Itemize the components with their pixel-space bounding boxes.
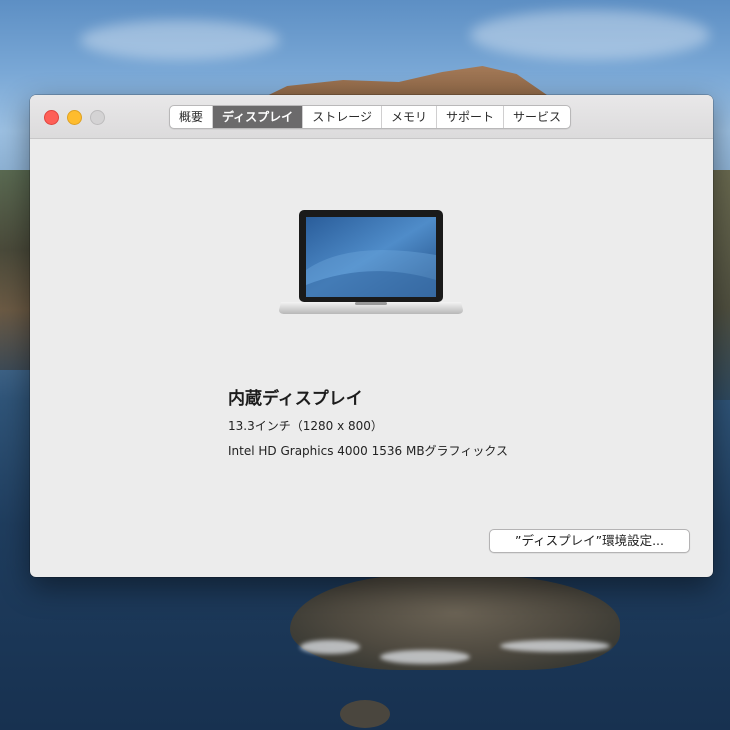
- cloud: [470, 10, 710, 60]
- display-name: 内蔵ディスプレイ: [228, 389, 363, 409]
- tab-overview[interactable]: 概要: [170, 106, 214, 128]
- tab-storage[interactable]: ストレージ: [303, 106, 382, 128]
- wave-foam: [380, 650, 470, 664]
- tab-bar: 概要 ディスプレイ ストレージ メモリ サポート サービス: [169, 105, 571, 129]
- title-bar: 概要 ディスプレイ ストレージ メモリ サポート サービス: [30, 95, 713, 139]
- about-this-mac-window: 概要 ディスプレイ ストレージ メモリ サポート サービス 内蔵ディスプレイ 1…: [30, 95, 713, 577]
- tab-memory[interactable]: メモリ: [382, 106, 437, 128]
- wave-foam: [300, 640, 360, 654]
- minimize-button[interactable]: [67, 110, 82, 125]
- cliff-right: [712, 170, 730, 400]
- zoom-button: [90, 110, 105, 125]
- display-preferences-button[interactable]: ”ディスプレイ”環境設定...: [489, 529, 690, 553]
- close-button[interactable]: [44, 110, 59, 125]
- tab-display[interactable]: ディスプレイ: [213, 106, 304, 128]
- macbook-laptop-icon: [279, 210, 463, 314]
- desktop-wallpaper: 概要 ディスプレイ ストレージ メモリ サポート サービス 内蔵ディスプレイ 1…: [0, 0, 730, 730]
- wave-foam: [500, 640, 610, 652]
- tab-service[interactable]: サービス: [504, 106, 570, 128]
- cliff-left: [0, 170, 32, 370]
- rock-small: [340, 700, 390, 728]
- display-graphics: Intel HD Graphics 4000 1536 MBグラフィックス: [228, 444, 508, 458]
- tab-support[interactable]: サポート: [437, 106, 504, 128]
- display-size: 13.3インチ（1280 x 800）: [228, 419, 383, 433]
- cloud: [80, 20, 280, 60]
